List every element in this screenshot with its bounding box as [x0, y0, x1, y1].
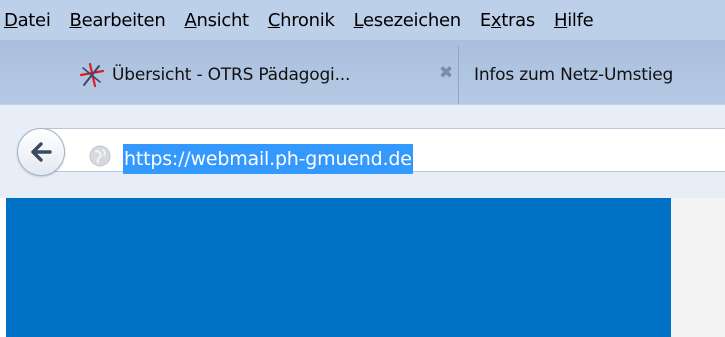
- browser-window: Datei Bearbeiten Ansicht Chronik Lesezei…: [0, 0, 725, 337]
- back-button[interactable]: [17, 128, 65, 176]
- globe-icon: [89, 145, 111, 167]
- menu-ansicht-label: nsicht: [196, 9, 249, 31]
- content-right-area: [671, 198, 725, 337]
- menu-bearbeiten-accel: B: [69, 9, 82, 31]
- menu-datei-accel: D: [4, 9, 18, 31]
- menu-datei-label: atei: [17, 9, 51, 31]
- menu-ansicht-accel: A: [184, 9, 197, 31]
- menu-chronik-label: hronik: [280, 9, 335, 31]
- tab-otrs[interactable]: Übersicht - OTRS Pädagogi... ✖: [48, 46, 456, 104]
- menu-lesezeichen-label: esezeichen: [363, 9, 461, 31]
- menu-hilfe-label: ilfe: [567, 9, 594, 31]
- navigation-bar: https://webmail.ph-gmuend.de: [0, 104, 725, 198]
- menu-bar: Datei Bearbeiten Ansicht Chronik Lesezei…: [0, 0, 725, 40]
- menu-lesezeichen[interactable]: Lesezeichen: [353, 9, 462, 31]
- menu-extras-label: tras: [501, 9, 535, 31]
- menu-datei[interactable]: Datei: [4, 10, 51, 31]
- menu-extras-prefix: E: [479, 9, 491, 31]
- back-arrow-icon: [31, 142, 52, 162]
- menu-chronik-accel: C: [267, 9, 281, 31]
- url-text[interactable]: https://webmail.ph-gmuend.de: [123, 144, 413, 174]
- menu-extras[interactable]: Extras: [480, 10, 535, 31]
- menu-bearbeiten-label: earbeiten: [81, 9, 166, 31]
- menu-hilfe[interactable]: Hilfe: [553, 9, 594, 31]
- menu-chronik[interactable]: Chronik: [268, 10, 335, 31]
- menu-bearbeiten[interactable]: Bearbeiten: [70, 10, 166, 31]
- tab-netz-umstieg-title: Infos zum Netz-Umstieg: [474, 65, 674, 85]
- webmail-header-panel: [6, 198, 671, 337]
- close-icon[interactable]: ✖: [439, 63, 453, 83]
- menu-extras-accel: x: [490, 9, 502, 31]
- tab-otrs-title: Übersicht - OTRS Pädagogi...: [112, 65, 351, 85]
- menu-lesezeichen-accel: L: [353, 9, 364, 31]
- menu-ansicht[interactable]: Ansicht: [184, 9, 249, 31]
- otrs-star-icon: [79, 62, 105, 88]
- tab-strip: Übersicht - OTRS Pädagogi... ✖ Infos zum…: [0, 40, 725, 104]
- page-content: [0, 198, 725, 337]
- tab-netz-umstieg[interactable]: Infos zum Netz-Umstieg: [458, 46, 725, 104]
- menu-hilfe-accel: H: [553, 9, 568, 31]
